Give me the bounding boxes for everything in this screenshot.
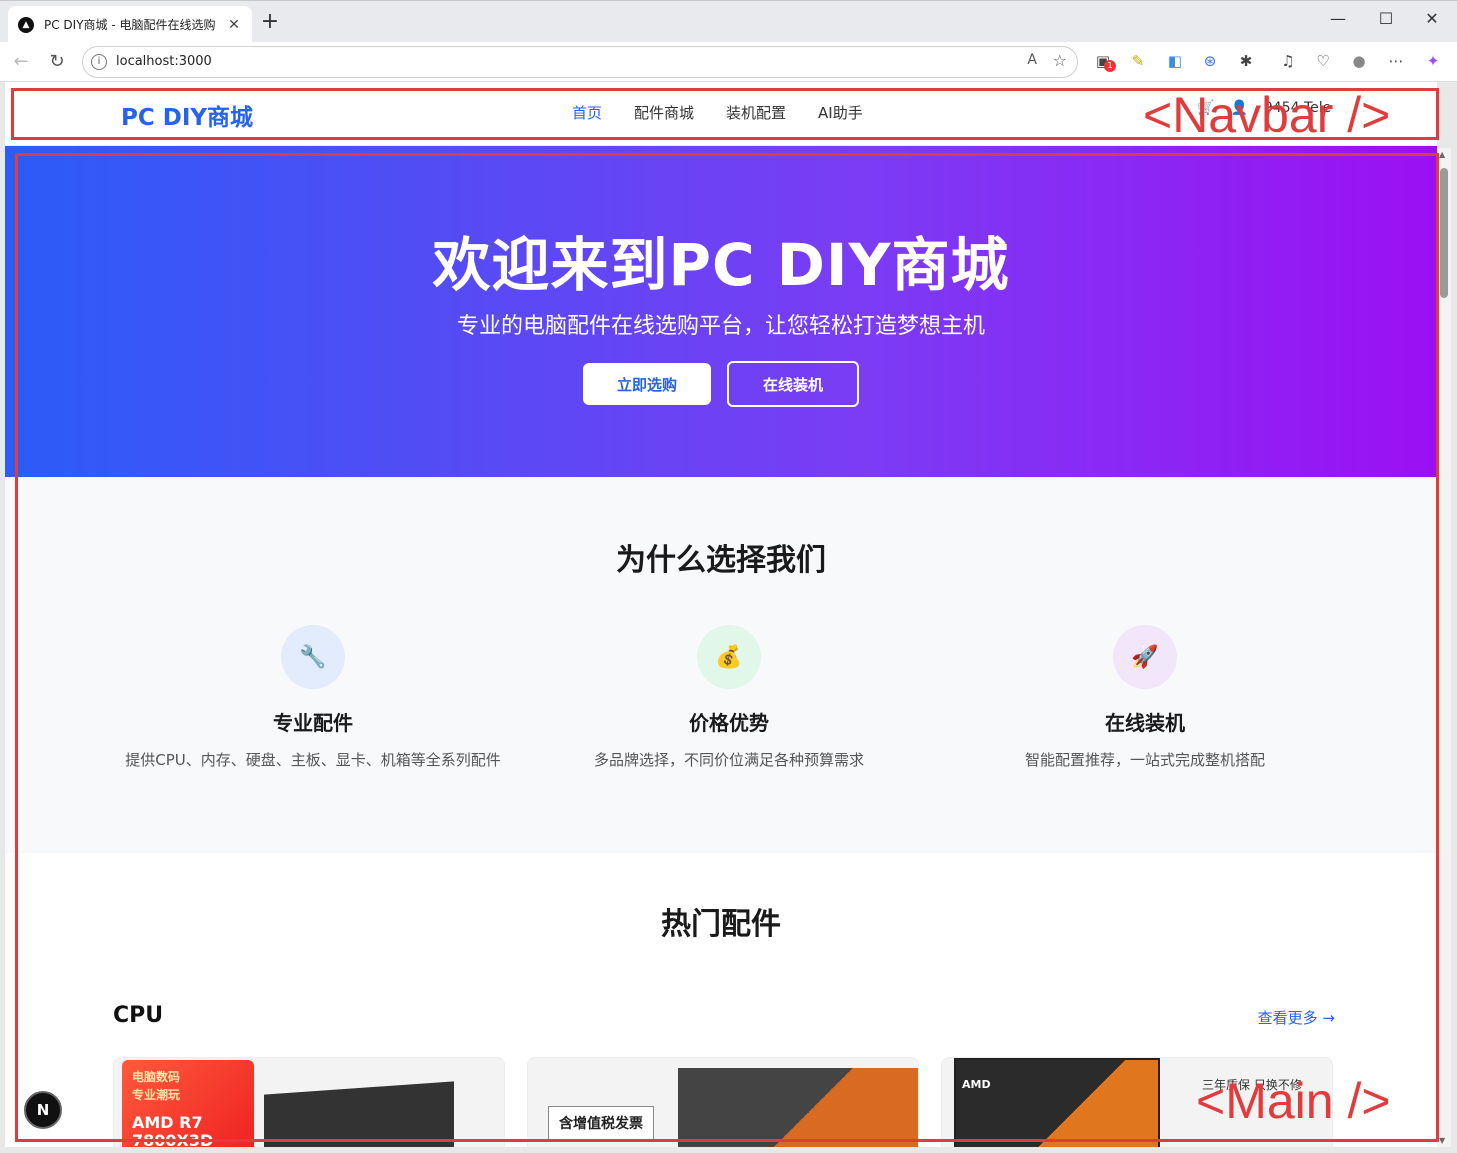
menu-item-build-config[interactable]: 装机配置 (726, 102, 786, 123)
product-model: AMD R7 7800X3D (132, 1113, 214, 1148)
profile-avatar-icon[interactable]: ● (1348, 50, 1370, 72)
shop-now-button[interactable]: 立即选购 (583, 363, 711, 405)
nextjs-dev-badge[interactable]: N (24, 1091, 62, 1129)
feature-title: 价格优势 (689, 711, 769, 735)
health-icon[interactable]: ♡ (1312, 50, 1334, 72)
product-image (954, 1058, 1160, 1147)
product-card[interactable]: 含增值税发票 (527, 1057, 919, 1147)
back-arrow-icon[interactable]: ← (8, 50, 34, 74)
promo-line: 专业潮玩 (132, 1088, 181, 1102)
online-build-button[interactable]: 在线装机 (727, 361, 859, 407)
hero-title: 欢迎来到PC DIY商城 (432, 231, 1010, 299)
feature-price-advantage: 💰 价格优势 多品牌选择，不同价位满足各种预算需求 (521, 625, 937, 772)
wrench-icon: 🔧 (281, 625, 345, 689)
page-scrollbar[interactable]: ▲ ▼ (1437, 148, 1451, 1147)
read-aloud-icon[interactable]: A (1027, 52, 1037, 68)
star-icon[interactable]: ☆ (1053, 51, 1067, 70)
menu-item-home[interactable]: 首页 (572, 102, 602, 123)
category-name: CPU (113, 1003, 164, 1028)
menu-item-parts-store[interactable]: 配件商城 (634, 102, 694, 123)
main-menu: 首页 配件商城 装机配置 AI助手 (572, 102, 863, 123)
cart-icon[interactable]: 🛒 (1197, 100, 1214, 116)
hero-actions: 立即选购 在线装机 (5, 361, 1437, 407)
scrollbar-thumb[interactable] (1440, 168, 1448, 298)
extension-count-badge: 1 (1104, 60, 1116, 72)
site-logo[interactable]: PC DIY商城 (121, 98, 253, 132)
refresh-icon[interactable]: ↻ (44, 50, 70, 74)
address-bar[interactable]: i localhost:3000 A ☆ (82, 46, 1078, 78)
money-bag-icon: 💰 (697, 625, 761, 689)
product-card[interactable]: 电脑数码 专业潮玩 AMD R7 7800X3D (113, 1057, 505, 1147)
close-tab-icon[interactable]: ✕ (226, 17, 242, 33)
invoice-tag: 含增值税发票 (548, 1106, 654, 1140)
copilot-icon[interactable]: ✦ (1422, 50, 1444, 72)
product-grid: 电脑数码 专业潮玩 AMD R7 7800X3D 含增值税发票 AMD 三年质保… (113, 1057, 1333, 1147)
hero-subtitle: 专业的电脑配件在线选购平台，让您轻松打造梦想主机 (456, 314, 985, 339)
new-tab-button[interactable]: + (258, 11, 282, 35)
feature-desc: 智能配置推荐，一站式完成整机搭配 (1024, 751, 1265, 769)
user-name[interactable]: 9454 Tele (1264, 100, 1331, 116)
minimize-button[interactable]: — (1318, 9, 1358, 35)
scroll-up-icon[interactable]: ▲ (1439, 150, 1445, 159)
product-brand: AMD (962, 1078, 991, 1091)
hot-parts-section: 热门配件 CPU 查看更多 → 电脑数码 专业潮玩 AMD R7 7800X3D… (5, 853, 1437, 1147)
feature-professional-parts: 🔧 专业配件 提供CPU、内存、硬盘、主板、显卡、机箱等全系列配件 (105, 625, 521, 772)
feature-desc: 提供CPU、内存、硬盘、主板、显卡、机箱等全系列配件 (125, 751, 501, 769)
feature-desc: 多品牌选择，不同价位满足各种预算需求 (593, 751, 864, 769)
share-extension-icon[interactable]: ⊛ (1199, 50, 1221, 72)
user-icon[interactable]: 👤 (1230, 100, 1247, 116)
media-icon[interactable]: ♫ (1277, 50, 1299, 72)
product-image (678, 1068, 918, 1147)
product-card[interactable]: AMD 三年质保 只换不修 (941, 1057, 1333, 1147)
navbar-right: 🛒 👤 9454 Tele (1197, 100, 1331, 116)
extensions-puzzle-icon[interactable]: ✱ (1235, 50, 1257, 72)
see-more-link[interactable]: 查看更多 → (1258, 1007, 1335, 1028)
page-viewport: PC DIY商城 首页 配件商城 装机配置 AI助手 🛒 👤 9454 Tele… (5, 82, 1437, 1147)
extension-badge-icon[interactable]: ▣ 1 (1092, 50, 1116, 72)
rocket-icon: 🚀 (1113, 625, 1177, 689)
tab-title: PC DIY商城 - 电脑配件在线选购 (44, 18, 216, 32)
features-list: 🔧 专业配件 提供CPU、内存、硬盘、主板、显卡、机箱等全系列配件 💰 价格优势… (105, 625, 1353, 772)
translate-extension-icon[interactable]: ◧ (1164, 50, 1186, 72)
key-extension-icon[interactable]: ✎ (1127, 50, 1149, 72)
why-section-title: 为什么选择我们 (616, 543, 826, 578)
site-favicon-icon: ▲ (18, 16, 34, 33)
info-icon[interactable]: i (91, 54, 107, 70)
hero-banner: 欢迎来到PC DIY商城 专业的电脑配件在线选购平台，让您轻松打造梦想主机 立即… (5, 146, 1437, 477)
url-text[interactable]: localhost:3000 (116, 54, 212, 69)
browser-tab[interactable]: ▲ PC DIY商城 - 电脑配件在线选购 ✕ (8, 6, 252, 43)
hot-section-title: 热门配件 (661, 907, 781, 942)
scroll-down-icon[interactable]: ▼ (1439, 1136, 1445, 1145)
close-window-button[interactable]: ✕ (1412, 9, 1452, 35)
promo-line: 电脑数码 (132, 1070, 181, 1084)
browser-tab-bar: ▲ PC DIY商城 - 电脑配件在线选购 ✕ + — ☐ ✕ (0, 0, 1457, 43)
feature-online-build: 🚀 在线装机 智能配置推荐，一站式完成整机搭配 (937, 625, 1353, 772)
menu-item-ai-assistant[interactable]: AI助手 (818, 102, 863, 123)
feature-title: 在线装机 (1105, 711, 1185, 735)
product-promo-badge: 电脑数码 专业潮玩 AMD R7 7800X3D (122, 1060, 254, 1147)
maximize-button[interactable]: ☐ (1366, 9, 1406, 35)
more-menu-icon[interactable]: ⋯ (1385, 50, 1407, 72)
product-image (264, 1081, 454, 1147)
feature-title: 专业配件 (273, 711, 353, 735)
site-navbar: PC DIY商城 首页 配件商城 装机配置 AI助手 🛒 👤 9454 Tele (5, 82, 1437, 146)
why-choose-us-section: 为什么选择我们 🔧 专业配件 提供CPU、内存、硬盘、主板、显卡、机箱等全系列配… (5, 477, 1437, 853)
warranty-note: 三年质保 只换不修 (1202, 1078, 1302, 1092)
